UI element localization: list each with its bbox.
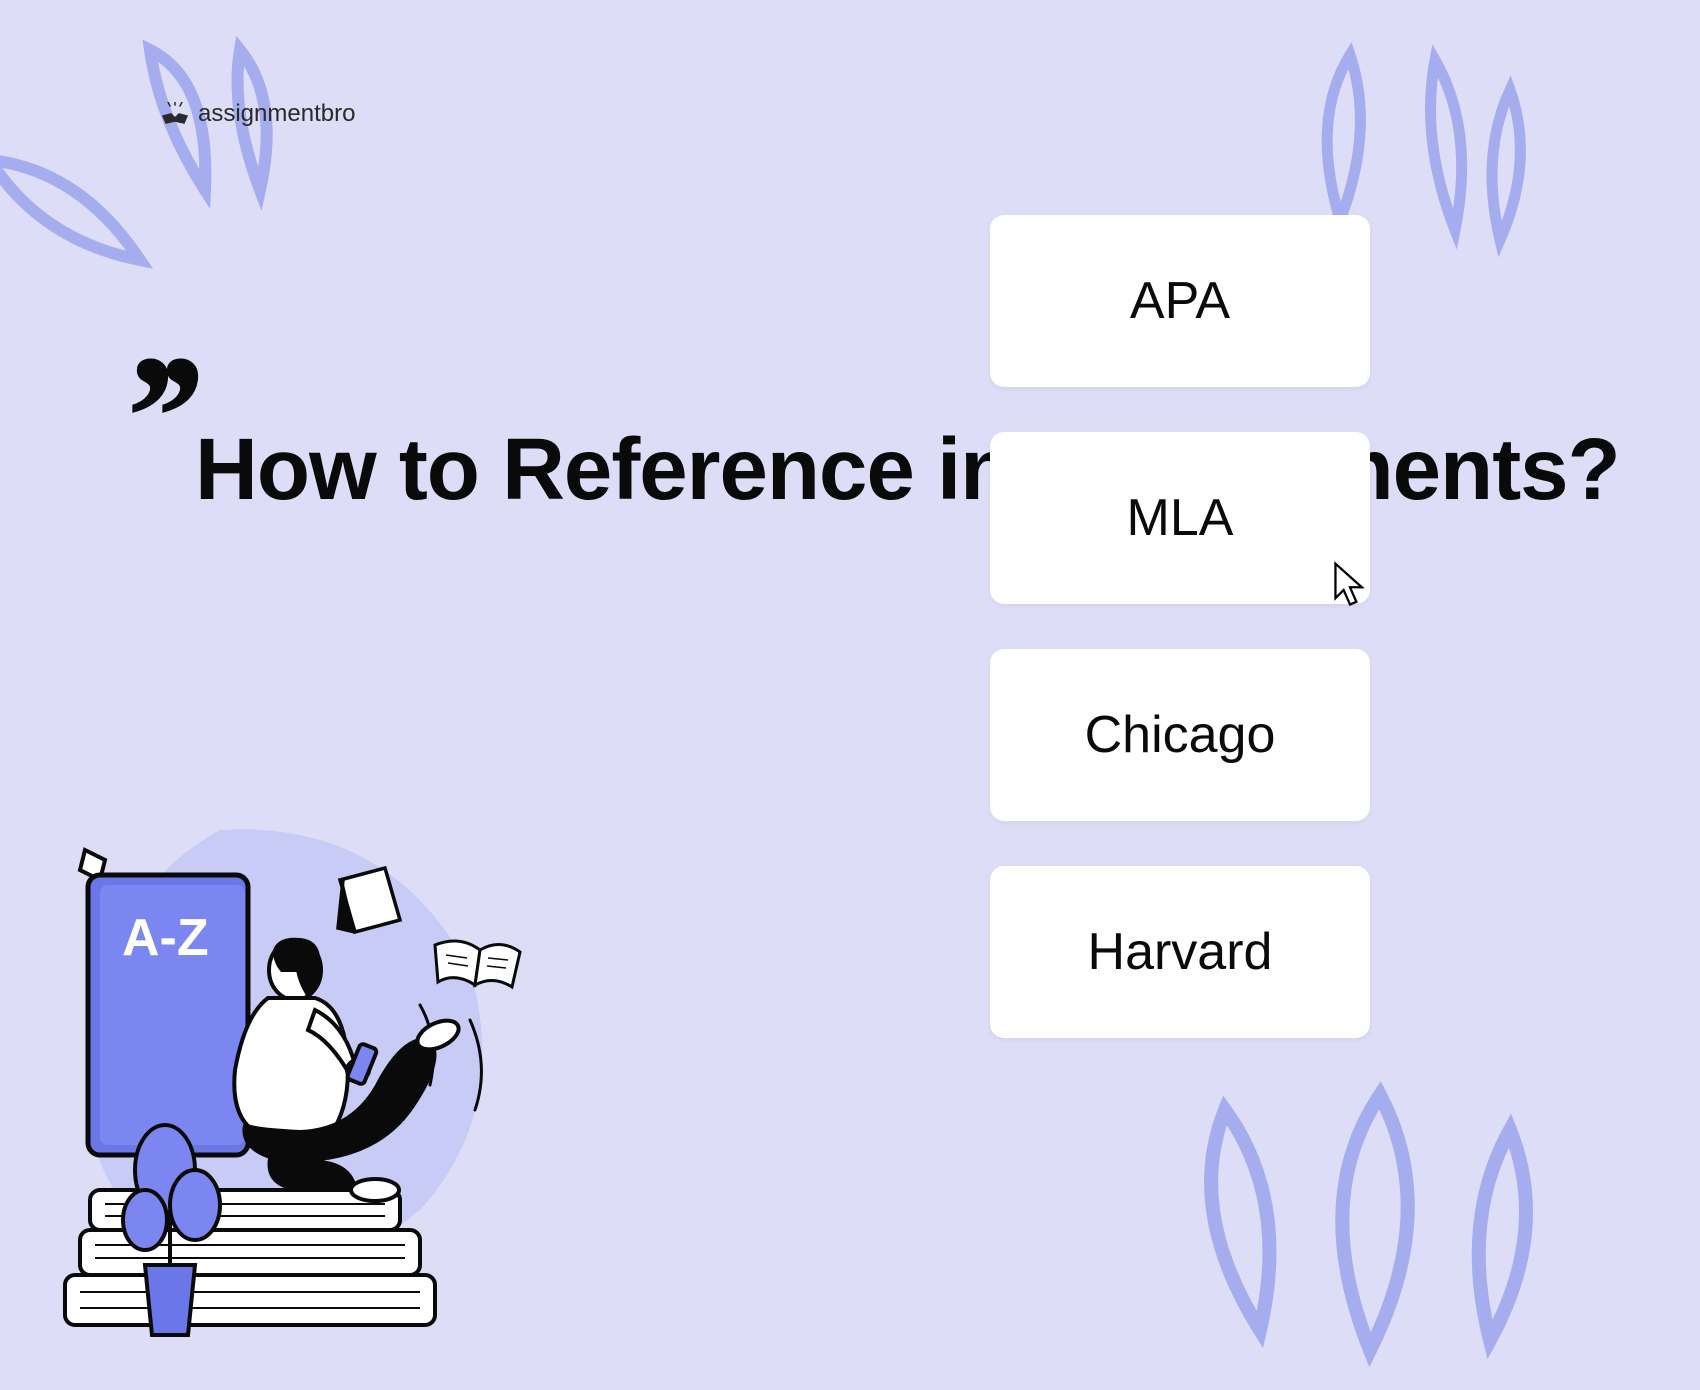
reading-illustration: A-Z — [50, 790, 540, 1350]
option-card-chicago[interactable]: Chicago — [990, 649, 1370, 821]
page-title: How to Reference in Assignments? — [195, 420, 1620, 520]
option-label: Harvard — [1088, 922, 1273, 982]
option-card-apa[interactable]: APA — [990, 215, 1370, 387]
decorative-leaves-bottom-right — [1180, 1050, 1580, 1390]
book-label: A-Z — [122, 909, 209, 967]
brand-logo: assignmentbro — [160, 100, 355, 128]
quote-icon: ,, — [130, 280, 190, 370]
dictionary-book: A-Z — [80, 850, 248, 1155]
book-stack — [65, 1190, 435, 1325]
option-label: MLA — [1127, 488, 1234, 548]
reference-options-list: APA MLA Chicago Harvard — [990, 215, 1370, 1038]
cursor-icon — [1330, 560, 1370, 610]
option-card-mla[interactable]: MLA — [990, 432, 1370, 604]
option-card-harvard[interactable]: Harvard — [990, 866, 1370, 1038]
brand-name: assignmentbro — [198, 100, 355, 128]
option-label: Chicago — [1085, 705, 1276, 765]
option-label: APA — [1130, 271, 1230, 331]
handshake-icon — [160, 102, 190, 126]
